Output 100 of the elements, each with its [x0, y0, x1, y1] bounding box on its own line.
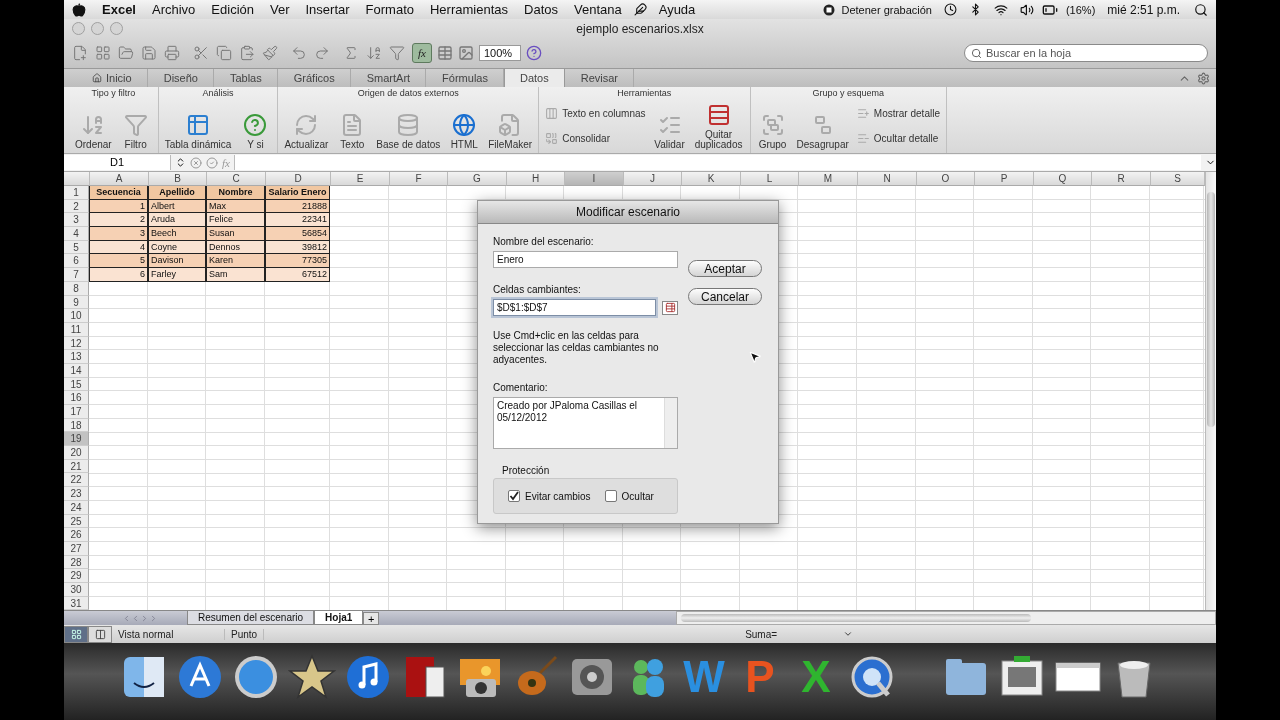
zoom-button[interactable]: [110, 22, 123, 35]
compass-icon[interactable]: [232, 653, 280, 701]
column-header[interactable]: A: [90, 172, 149, 186]
ribbon-button[interactable]: HTML: [446, 99, 483, 153]
ribbon-button[interactable]: Actualizar: [282, 99, 331, 153]
menu-item[interactable]: Edición: [203, 2, 262, 17]
wifi-icon[interactable]: [993, 2, 1008, 17]
ribbon-button[interactable]: Desagrupar: [794, 99, 851, 153]
name-field[interactable]: Enero: [493, 251, 678, 268]
menu-clock[interactable]: mié 2:51 p.m.: [1101, 2, 1186, 17]
sheet-tab[interactable]: Resumen del escenario: [187, 611, 315, 625]
search-field[interactable]: Buscar en la hoja: [964, 44, 1208, 62]
scroll-thumb[interactable]: [1207, 192, 1215, 427]
ribbon-button[interactable]: Tabla dinámica: [162, 99, 234, 153]
menu-item[interactable]: Ventana: [566, 2, 630, 17]
sum-icon[interactable]: [343, 45, 359, 61]
cancel-icon[interactable]: [190, 156, 202, 169]
table-icon[interactable]: [437, 45, 453, 61]
formula-builder-button[interactable]: fx: [412, 43, 432, 63]
undo-icon[interactable]: [291, 45, 307, 61]
cut-icon[interactable]: [193, 45, 209, 61]
gallery-icon[interactable]: [95, 45, 111, 61]
scroll-thumb[interactable]: [681, 614, 1031, 622]
format-brush-icon[interactable]: [262, 45, 278, 61]
confirm-icon[interactable]: [206, 156, 218, 169]
range-picker-button[interactable]: [662, 300, 678, 315]
row-header[interactable]: 7: [64, 268, 89, 282]
row-header[interactable]: 19: [64, 432, 89, 447]
column-header[interactable]: M: [799, 172, 858, 186]
normal-view-button[interactable]: [64, 625, 88, 643]
ribbon-button[interactable]: Filtro: [117, 99, 154, 153]
column-header[interactable]: P: [975, 172, 1034, 186]
row-header[interactable]: 6: [64, 254, 89, 269]
column-header[interactable]: L: [741, 172, 799, 186]
sum-dropdown[interactable]: Suma=: [741, 628, 858, 640]
column-header[interactable]: E: [331, 172, 390, 186]
print-icon[interactable]: [164, 45, 180, 61]
menu-item[interactable]: Insertar: [297, 2, 358, 17]
formula-field[interactable]: [233, 155, 1201, 170]
ribbon-button[interactable]: Grupo: [754, 99, 791, 153]
open-folder-icon[interactable]: [118, 45, 134, 61]
settings-icon[interactable]: [1197, 72, 1210, 85]
app-store-icon[interactable]: [176, 653, 224, 701]
sheet-tab[interactable]: Hoja1: [314, 611, 364, 625]
ribbon-button[interactable]: FileMaker: [486, 99, 535, 153]
row-header[interactable]: 26: [64, 528, 89, 542]
menu-item[interactable]: Ayuda: [650, 2, 704, 17]
column-header[interactable]: O: [917, 172, 975, 186]
menu-item[interactable]: Excel: [94, 2, 144, 17]
column-header[interactable]: B: [149, 172, 207, 186]
ribbon-button[interactable]: Texto en columnas: [543, 107, 648, 120]
new-file-icon[interactable]: [72, 45, 88, 61]
select-all-corner[interactable]: [64, 172, 90, 186]
row-header[interactable]: 3: [64, 213, 89, 228]
column-header[interactable]: K: [682, 172, 741, 186]
row-header[interactable]: 20: [64, 446, 89, 460]
column-header[interactable]: G: [448, 172, 507, 186]
help-icon[interactable]: [526, 45, 542, 61]
star-icon[interactable]: [288, 653, 336, 701]
menu-item[interactable]: Archivo: [144, 2, 204, 17]
save-icon[interactable]: [141, 45, 157, 61]
ribbon-button[interactable]: Validar: [651, 99, 688, 153]
column-header[interactable]: S: [1151, 172, 1205, 186]
row-header[interactable]: 29: [64, 569, 89, 583]
script-icon[interactable]: [633, 3, 647, 16]
minimize-button[interactable]: [91, 22, 104, 35]
ribbon-button[interactable]: Consolidar: [543, 132, 648, 145]
comment-field[interactable]: Creado por JPaloma Casillas el 05/12/2012: [493, 397, 678, 449]
column-header[interactable]: H: [507, 172, 565, 186]
ribbon-button[interactable]: Texto: [334, 99, 371, 153]
column-header[interactable]: D: [266, 172, 331, 186]
record-stop-icon[interactable]: [823, 3, 836, 16]
ribbon-tab[interactable]: Datos: [503, 69, 565, 87]
checkbox[interactable]: [508, 490, 520, 502]
cells-field[interactable]: $D$1:$D$7: [493, 299, 657, 316]
column-header[interactable]: C: [207, 172, 266, 186]
filter-icon[interactable]: [389, 45, 405, 61]
clock-icon[interactable]: [943, 3, 957, 16]
add-sheet-button[interactable]: +: [363, 611, 380, 625]
menu-item[interactable]: Formato: [357, 2, 422, 17]
ribbon-button[interactable]: Base de datos: [374, 99, 443, 153]
menu-item[interactable]: Datos: [516, 2, 566, 17]
vertical-scrollbar[interactable]: [1205, 172, 1216, 610]
ribbon-button[interactable]: Y si: [237, 99, 274, 153]
row-header[interactable]: 17: [64, 405, 89, 419]
close-button[interactable]: [72, 22, 85, 35]
recording-status[interactable]: Detener grabación: [835, 3, 938, 16]
page-layout-button[interactable]: [88, 625, 112, 643]
checkbox-label[interactable]: Evitar cambios: [525, 490, 591, 502]
copy-icon[interactable]: [216, 45, 232, 61]
row-header[interactable]: 1: [64, 186, 89, 200]
checkbox-label[interactable]: Ocultar: [621, 490, 654, 502]
column-header[interactable]: I: [565, 172, 624, 186]
paste-icon[interactable]: [239, 45, 255, 61]
search-icon[interactable]: [1194, 2, 1208, 17]
column-header[interactable]: J: [624, 172, 682, 186]
horizontal-scrollbar[interactable]: [676, 611, 1216, 625]
name-box[interactable]: D1: [64, 155, 171, 170]
media-icon[interactable]: [458, 45, 474, 61]
ribbon-button[interactable]: Quitar duplicados: [691, 99, 746, 153]
